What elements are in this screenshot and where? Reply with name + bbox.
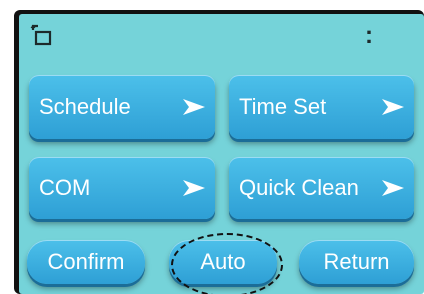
schedule-label: Schedule — [39, 94, 131, 119]
back-window-icon[interactable] — [29, 24, 57, 50]
schedule-button[interactable]: Schedule — [29, 75, 215, 139]
vertical-ellipsis-icon[interactable]: : — [365, 24, 373, 48]
time-set-label: Time Set — [239, 94, 327, 119]
chevron-right-arrow-icon — [183, 180, 205, 196]
confirm-label: Confirm — [47, 249, 125, 274]
chevron-right-arrow-icon — [382, 99, 404, 115]
auto-button[interactable]: Auto — [169, 240, 277, 284]
quick-clean-button[interactable]: Quick Clean — [229, 157, 414, 219]
device-screen: : Schedule Time Set COM Quick Clean Conf… — [19, 14, 424, 294]
chevron-right-arrow-icon — [183, 99, 205, 115]
com-label: COM — [39, 175, 91, 200]
com-button[interactable]: COM — [29, 157, 215, 219]
auto-label: Auto — [200, 249, 246, 274]
chevron-right-arrow-icon — [382, 180, 404, 196]
return-label: Return — [323, 249, 390, 274]
confirm-button[interactable]: Confirm — [27, 240, 145, 284]
quick-clean-label: Quick Clean — [239, 175, 359, 200]
time-set-button[interactable]: Time Set — [229, 75, 414, 139]
return-button[interactable]: Return — [299, 240, 414, 284]
